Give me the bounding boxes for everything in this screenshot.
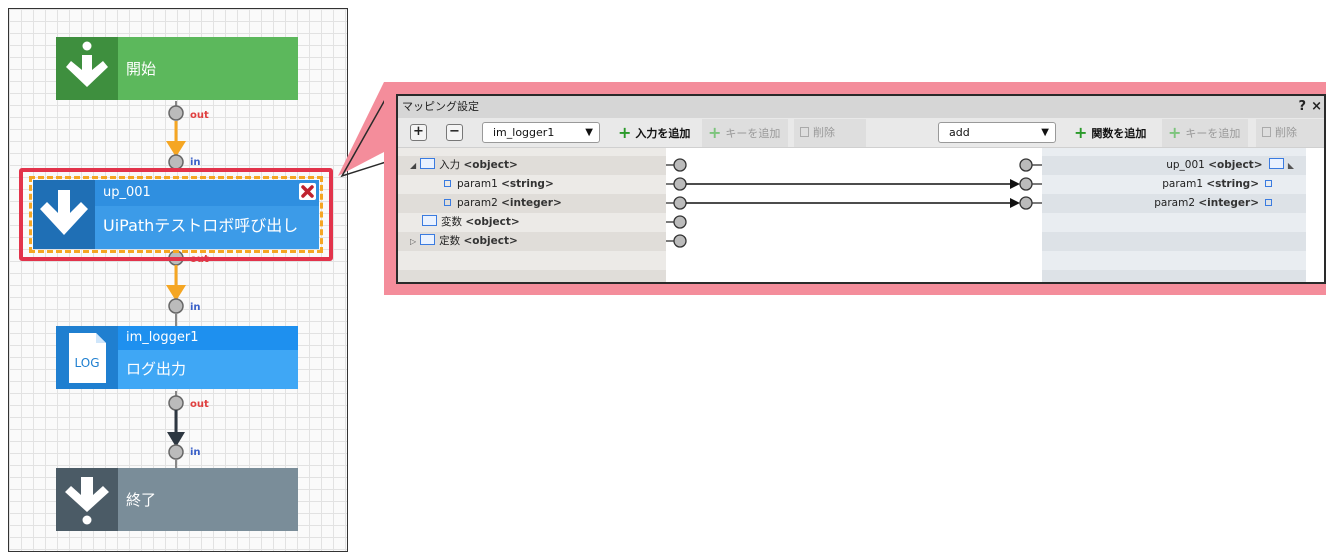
delete-left-label: 削除 — [813, 126, 835, 139]
start-node-label: 開始 — [126, 60, 157, 78]
start-node[interactable]: 開始 — [56, 37, 298, 100]
chevron-down-icon: ▼ — [585, 127, 593, 138]
function-select-value: add — [949, 126, 970, 139]
source-select-value: im_logger1 — [493, 126, 555, 139]
start-down-arrow-icon — [56, 37, 118, 100]
plus-icon: + — [618, 123, 632, 142]
logger-node-name: ログ出力 — [126, 360, 187, 378]
delete-node-icon[interactable] — [299, 183, 316, 200]
collapse-all-button[interactable]: − — [446, 124, 463, 141]
close-icon[interactable]: × — [1311, 96, 1322, 118]
add-input-button[interactable]: + 入力を追加 — [612, 119, 698, 147]
robot-node[interactable]: up_001 UiPathテストロボ呼び出し — [33, 180, 319, 249]
add-function-button[interactable]: + 関数を追加 — [1068, 119, 1154, 147]
end-in-port-label: in — [190, 447, 201, 458]
end-node-label: 終了 — [126, 491, 157, 509]
mapping-toolbar: + − im_logger1 ▼ + 入力を追加 + キーを追加 削除 add ▼ … — [398, 118, 1324, 148]
delete-right-button[interactable]: 削除 — [1256, 119, 1324, 147]
delete-left-button[interactable]: 削除 — [794, 119, 866, 147]
robot-in-port-label: in — [190, 157, 201, 168]
log-file-icon: LOG — [56, 326, 118, 389]
add-key-left-button[interactable]: + キーを追加 — [702, 119, 789, 147]
logger-node-id: im_logger1 — [118, 326, 298, 350]
mapping-panel-titlebar: マッピング設定 ? × — [398, 96, 1324, 118]
mapping-lines — [666, 158, 1042, 248]
mapping-panel-title: マッピング設定 — [402, 100, 479, 113]
start-out-port-label: out — [190, 110, 209, 121]
help-icon[interactable]: ? — [1298, 96, 1306, 118]
end-node[interactable]: 終了 — [56, 468, 298, 531]
logger-out-port-label: out — [190, 399, 209, 410]
flow-canvas[interactable]: out in out in out in 開始 up_001 UiPathテスト… — [8, 8, 348, 552]
expand-all-button[interactable]: + — [410, 124, 427, 141]
log-icon-text: LOG — [74, 356, 99, 370]
robot-down-arrow-icon — [33, 180, 95, 249]
add-key-right-label: キーを追加 — [1185, 127, 1241, 140]
plus-icon: + — [1168, 123, 1182, 142]
robot-node-name: UiPathテストロボ呼び出し — [95, 206, 319, 249]
plus-icon: + — [1074, 123, 1088, 142]
chevron-down-icon: ▼ — [1041, 127, 1049, 138]
logger-in-port-label: in — [190, 302, 201, 313]
mapping-settings-panel: マッピング設定 ? × + − im_logger1 ▼ + 入力を追加 + キーを… — [396, 94, 1326, 284]
callout-pointer — [338, 82, 387, 178]
end-down-arrow-icon — [56, 468, 118, 531]
function-select[interactable]: add ▼ — [938, 122, 1056, 143]
logger-node[interactable]: LOG im_logger1 ログ出力 — [56, 326, 298, 389]
robot-node-id: up_001 — [103, 185, 151, 200]
add-function-label: 関数を追加 — [1091, 127, 1147, 140]
source-select[interactable]: im_logger1 ▼ — [482, 122, 600, 143]
delete-right-label: 削除 — [1275, 126, 1297, 139]
plus-icon: + — [708, 123, 722, 142]
trash-icon — [1262, 127, 1271, 137]
add-key-left-label: キーを追加 — [725, 127, 781, 140]
add-input-label: 入力を追加 — [635, 127, 691, 140]
add-key-right-button[interactable]: + キーを追加 — [1162, 119, 1249, 147]
trash-icon — [800, 127, 809, 137]
